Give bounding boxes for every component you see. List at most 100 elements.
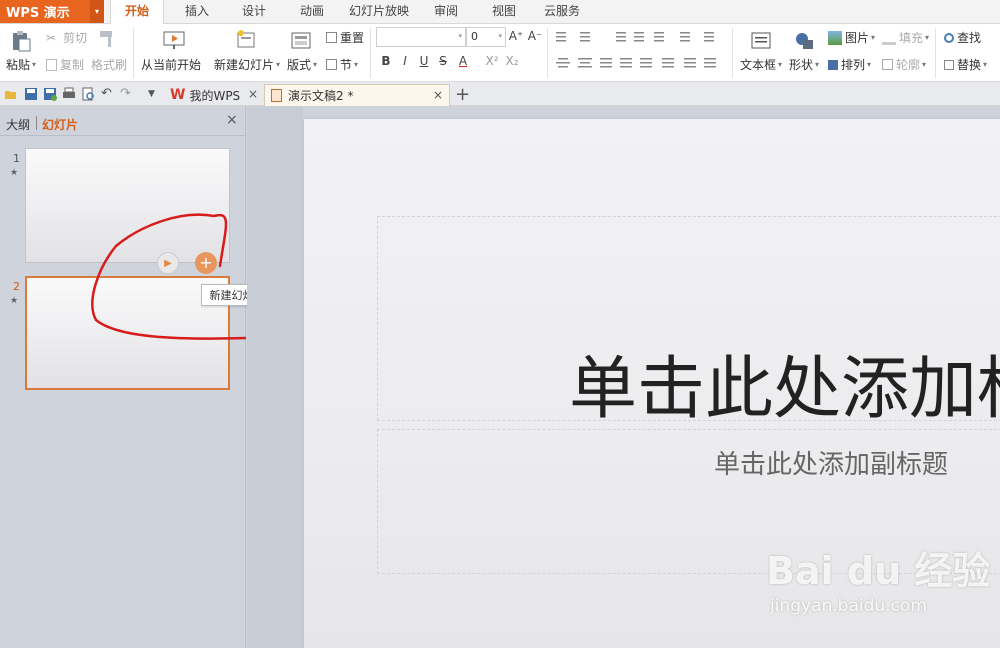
chevron-down-icon: ▾ <box>458 32 462 40</box>
play-slide-icon[interactable]: ▶ <box>157 252 179 274</box>
text-box-label: 文本框 <box>740 58 777 72</box>
chevron-down-icon: ▾ <box>498 32 502 40</box>
paragraph-tools-icon[interactable] <box>554 30 730 78</box>
outline-label: 轮廓 <box>896 58 921 72</box>
shape-icon[interactable] <box>793 30 817 52</box>
save-icon[interactable] <box>24 87 38 101</box>
layout-button[interactable]: 版式 ▾ <box>287 56 317 73</box>
tab-review[interactable]: 审阅 <box>424 0 468 23</box>
tab-label: 演示文稿2 * <box>288 89 354 103</box>
new-tab-button[interactable]: + <box>455 84 470 105</box>
slide-number: 2 <box>13 280 20 293</box>
tab-cloud-services[interactable]: 云服务 <box>538 0 586 23</box>
print-icon[interactable] <box>62 87 76 101</box>
ribbon-separator <box>547 28 548 78</box>
superscript-button[interactable]: X² <box>482 54 502 68</box>
underline-button[interactable]: U <box>416 54 432 68</box>
paste-button[interactable]: 粘贴 ▾ <box>6 56 36 73</box>
new-slide-icon[interactable] <box>234 28 258 50</box>
shape-label: 形状 <box>789 58 814 72</box>
tab-presentation-2[interactable]: 演示文稿2 * × <box>264 84 450 106</box>
title-placeholder-text[interactable]: 单击此处添加标题 <box>569 333 1000 432</box>
search-icon <box>944 32 954 43</box>
slide-thumbnail-2[interactable] <box>25 276 230 390</box>
slide-canvas[interactable]: 单击此处添加标题 单击此处添加副标题 <box>304 119 1000 648</box>
replace-button[interactable]: 替换 ▾ <box>944 56 987 73</box>
close-icon[interactable]: × <box>226 112 238 128</box>
tab-view[interactable]: 视图 <box>482 0 526 23</box>
tab-my-wps[interactable]: W 我的WPS × <box>164 84 264 106</box>
presentation-file-icon <box>271 89 282 102</box>
replace-label: 替换 <box>957 58 982 72</box>
section-button[interactable]: 节 ▾ <box>326 56 358 73</box>
reset-icon <box>326 32 337 43</box>
strikethrough-button[interactable]: S <box>435 54 451 68</box>
tab-divider <box>36 116 37 130</box>
subtitle-placeholder-text[interactable]: 单击此处添加副标题 <box>714 444 948 481</box>
tab-start[interactable]: 开始 <box>110 0 164 25</box>
open-folder-icon[interactable] <box>4 87 18 101</box>
bold-button[interactable]: B <box>378 54 394 68</box>
arrange-icon <box>828 59 838 70</box>
undo-icon[interactable]: ↶ <box>101 87 115 101</box>
copy-button[interactable]: 复制 <box>46 56 84 73</box>
italic-button[interactable]: I <box>397 54 413 68</box>
new-slide-button[interactable]: 新建幻灯片 ▾ <box>214 56 280 73</box>
scissors-icon: ✂ <box>46 30 57 45</box>
save-as-icon[interactable] <box>43 87 57 101</box>
print-preview-icon[interactable] <box>81 87 95 101</box>
fill-button[interactable]: 填充 ▾ <box>882 29 929 46</box>
close-icon[interactable]: × <box>248 87 258 101</box>
slide-thumbnail-1[interactable] <box>25 148 230 263</box>
shape-button[interactable]: 形状 ▾ <box>789 56 819 73</box>
ribbon-separator <box>935 28 936 78</box>
new-slide-label: 新建幻灯片 <box>214 58 275 72</box>
font-size-select[interactable]: 0 ▾ <box>466 27 506 47</box>
text-box-button[interactable]: 文本框 ▾ <box>740 56 782 73</box>
chevron-down-icon[interactable]: ▼ <box>148 87 162 101</box>
paste-icon[interactable] <box>9 30 33 52</box>
tab-insert[interactable]: 插入 <box>175 0 219 23</box>
fill-bucket-icon <box>882 31 896 45</box>
add-slide-icon[interactable]: + <box>195 252 217 274</box>
animation-star-icon: ★ <box>10 296 19 306</box>
text-box-icon[interactable] <box>749 30 773 52</box>
from-current-button[interactable]: 从当前开始 <box>141 56 201 73</box>
slideshow-from-current-icon[interactable] <box>162 29 186 51</box>
wps-app-button[interactable]: WPS 演示 ▾ <box>0 0 104 23</box>
grow-font-button[interactable]: A⁺ <box>508 29 524 43</box>
wps-logo-icon: W <box>170 87 186 103</box>
tab-slides[interactable]: 幻灯片 <box>42 116 78 133</box>
format-painter-icon[interactable] <box>96 28 120 50</box>
editor-area: 单击此处添加标题 单击此处添加副标题 <box>247 106 1000 648</box>
font-name-select[interactable]: ▾ <box>376 27 466 47</box>
tab-outline[interactable]: 大纲 <box>6 116 30 133</box>
close-icon[interactable]: × <box>433 88 443 102</box>
format-painter-button[interactable]: 格式刷 <box>91 56 127 73</box>
shrink-font-button[interactable]: A⁻ <box>527 29 543 43</box>
tab-label: 我的WPS <box>189 88 241 103</box>
redo-icon[interactable]: ↷ <box>120 87 134 101</box>
subscript-button[interactable]: X₂ <box>502 54 522 68</box>
editor-gutter <box>247 106 303 648</box>
section-label: 节 <box>340 58 353 72</box>
tab-animation[interactable]: 动画 <box>290 0 334 23</box>
arrange-button[interactable]: 排列 ▾ <box>828 56 871 73</box>
reset-button[interactable]: 重置 <box>326 29 364 46</box>
tab-design[interactable]: 设计 <box>232 0 276 23</box>
cut-label: 剪切 <box>63 31 88 45</box>
find-label: 查找 <box>957 31 982 45</box>
outline-button[interactable]: 轮廓 ▾ <box>882 56 926 73</box>
chevron-down-icon[interactable]: ▾ <box>90 0 104 23</box>
layout-icon[interactable] <box>289 30 313 52</box>
picture-icon <box>828 30 842 45</box>
tab-slideshow[interactable]: 幻灯片放映 <box>346 0 412 23</box>
ribbon-separator <box>370 28 371 78</box>
font-color-button[interactable]: A <box>455 54 471 68</box>
picture-button[interactable]: 图片 ▾ <box>828 29 875 46</box>
find-button[interactable]: 查找 <box>944 29 981 46</box>
document-tab-bar: ↶ ↷ ▼ W 我的WPS × 演示文稿2 * × + <box>0 82 1000 106</box>
animation-star-icon: ★ <box>10 168 19 178</box>
paste-label: 粘贴 <box>6 58 31 72</box>
cut-button[interactable]: ✂ 剪切 <box>46 29 87 46</box>
